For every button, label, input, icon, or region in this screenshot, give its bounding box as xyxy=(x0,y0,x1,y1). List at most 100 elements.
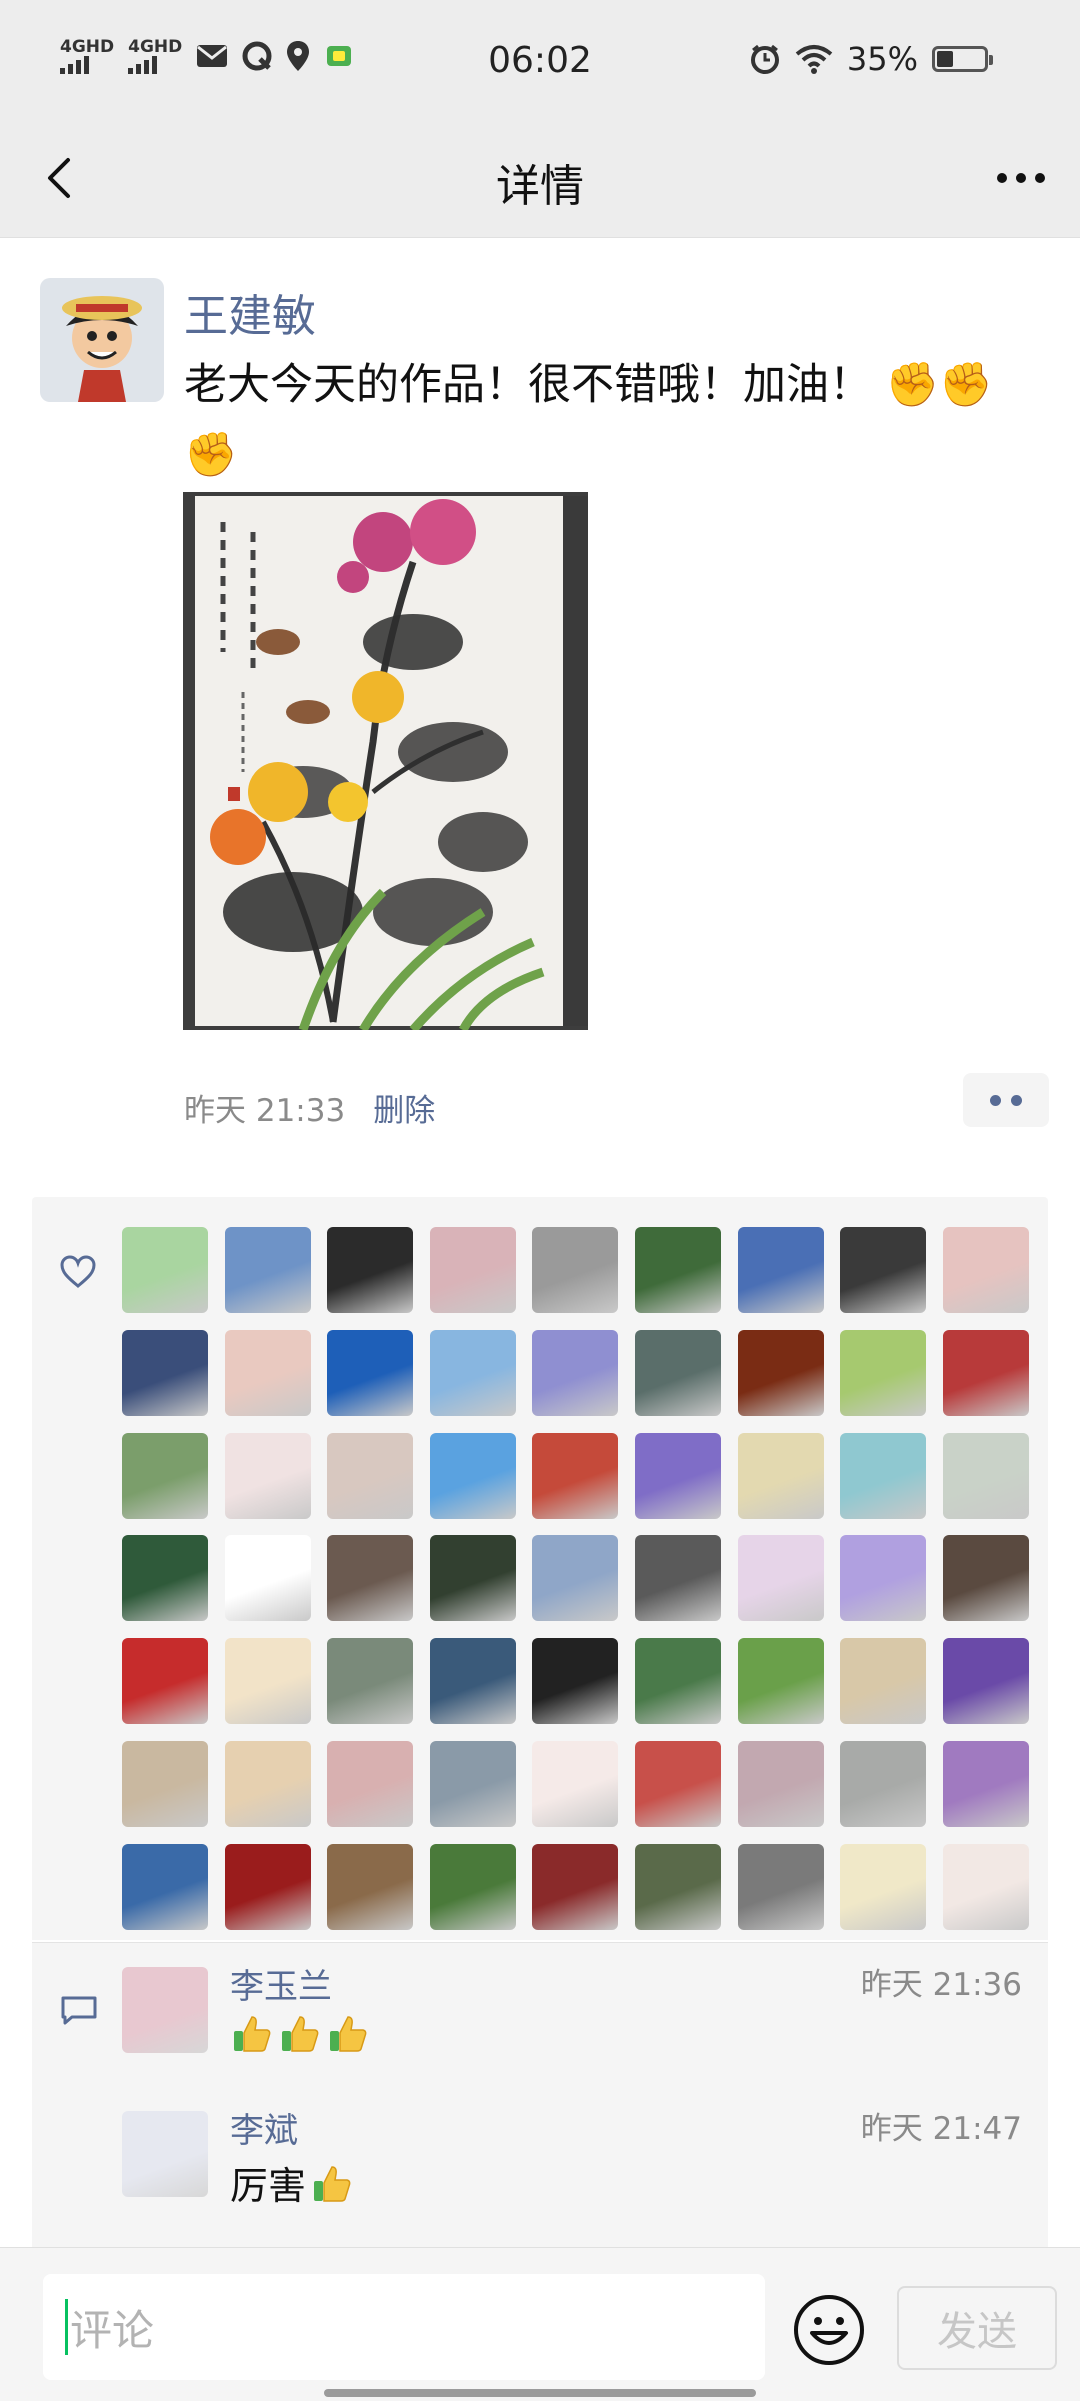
post-image-painting[interactable] xyxy=(183,492,588,1030)
comment-avatar[interactable] xyxy=(122,2111,208,2197)
like-avatar[interactable] xyxy=(122,1227,208,1313)
comment-input-placeholder: 评论 xyxy=(70,2305,155,2355)
like-avatar[interactable] xyxy=(532,1227,619,1313)
like-avatar[interactable] xyxy=(942,1638,1029,1725)
heart-icon xyxy=(60,1255,96,1288)
like-avatar[interactable] xyxy=(840,1227,927,1313)
like-avatar[interactable] xyxy=(840,1432,927,1519)
like-avatar[interactable] xyxy=(122,1432,208,1519)
like-avatar[interactable] xyxy=(942,1432,1029,1519)
send-button[interactable]: 发送 xyxy=(897,2286,1057,2370)
like-avatar[interactable] xyxy=(224,1843,311,1930)
like-avatar[interactable] xyxy=(532,1740,619,1827)
like-avatar[interactable] xyxy=(737,1432,824,1519)
alarm-icon xyxy=(750,44,779,74)
like-avatar[interactable] xyxy=(532,1638,619,1725)
comment-author[interactable]: 李斌 xyxy=(230,2103,298,2152)
comment-author[interactable]: 李玉兰 xyxy=(230,1959,332,2008)
thumbs-up-icon xyxy=(282,2016,319,2052)
like-avatar[interactable] xyxy=(122,1843,208,1930)
like-avatar[interactable] xyxy=(429,1329,516,1416)
battery-percent: 35% xyxy=(846,40,918,78)
more-icon[interactable] xyxy=(988,148,1054,208)
like-avatar[interactable] xyxy=(840,1638,927,1725)
post-author-avatar[interactable] xyxy=(40,278,164,402)
like-avatar[interactable] xyxy=(634,1432,721,1519)
like-avatar[interactable] xyxy=(634,1535,721,1622)
likes-panel xyxy=(32,1197,1048,1940)
post-actions-button[interactable] xyxy=(963,1073,1049,1127)
like-avatar[interactable] xyxy=(840,1740,927,1827)
like-avatar[interactable] xyxy=(122,1535,208,1622)
like-avatar[interactable] xyxy=(942,1843,1029,1930)
like-avatar[interactable] xyxy=(737,1843,824,1930)
post-time: 昨天 21:33 xyxy=(184,1093,346,1129)
like-avatar[interactable] xyxy=(737,1329,824,1416)
comment-time: 昨天 21:47 xyxy=(860,2111,1022,2147)
like-avatar[interactable] xyxy=(224,1329,311,1416)
like-avatar[interactable] xyxy=(532,1432,619,1519)
like-avatar[interactable] xyxy=(532,1535,619,1622)
post-author-name[interactable]: 王建敏 xyxy=(184,280,316,344)
like-avatar[interactable] xyxy=(327,1843,414,1930)
like-avatar[interactable] xyxy=(429,1227,516,1313)
like-avatar[interactable] xyxy=(327,1638,414,1725)
like-avatar[interactable] xyxy=(224,1535,311,1622)
like-avatar[interactable] xyxy=(429,1740,516,1827)
like-avatar[interactable] xyxy=(429,1638,516,1725)
delete-button[interactable]: 删除 xyxy=(373,1085,435,1130)
text-caret xyxy=(65,2299,68,2355)
like-avatar[interactable] xyxy=(224,1638,311,1725)
like-avatar[interactable] xyxy=(634,1740,721,1827)
like-avatar[interactable] xyxy=(634,1843,721,1930)
like-avatar[interactable] xyxy=(942,1227,1029,1313)
like-avatar[interactable] xyxy=(327,1329,414,1416)
home-indicator[interactable] xyxy=(324,2389,756,2397)
like-avatar[interactable] xyxy=(327,1227,414,1313)
like-avatar[interactable] xyxy=(840,1535,927,1622)
battery-icon xyxy=(932,46,993,72)
like-avatar[interactable] xyxy=(532,1843,619,1930)
like-avatar[interactable] xyxy=(122,1638,208,1725)
comment-input[interactable]: 评论 xyxy=(43,2274,765,2380)
like-avatar[interactable] xyxy=(840,1843,927,1930)
like-avatar[interactable] xyxy=(224,1432,311,1519)
like-avatar[interactable] xyxy=(634,1638,721,1725)
like-avatar[interactable] xyxy=(840,1329,927,1416)
comment-avatar[interactable] xyxy=(122,1967,208,2053)
comment-text xyxy=(230,2011,370,2055)
thumbs-up-icon xyxy=(330,2016,367,2052)
like-avatar[interactable] xyxy=(942,1329,1029,1416)
like-avatar[interactable] xyxy=(429,1843,516,1930)
like-avatar[interactable] xyxy=(327,1740,414,1827)
like-avatar[interactable] xyxy=(532,1329,619,1416)
like-avatar[interactable] xyxy=(634,1227,721,1313)
like-avatar[interactable] xyxy=(122,1329,208,1416)
like-avatar[interactable] xyxy=(942,1740,1029,1827)
like-avatar[interactable] xyxy=(429,1535,516,1622)
like-avatar[interactable] xyxy=(737,1535,824,1622)
thumbs-up-icon xyxy=(234,2016,271,2052)
like-avatar[interactable] xyxy=(224,1227,311,1313)
thumbs-up-icon xyxy=(314,2165,351,2202)
like-avatar[interactable] xyxy=(942,1535,1029,1622)
post-text: 老大今天的作品！很不错哦！加油！ ✊✊✊ xyxy=(184,360,993,480)
like-avatar[interactable] xyxy=(224,1740,311,1827)
battery-level xyxy=(937,51,954,67)
comment-text: 厉害 xyxy=(230,2155,354,2210)
emoji-icon[interactable] xyxy=(792,2293,866,2367)
comment-text-content: 厉害 xyxy=(230,2164,307,2208)
like-avatar[interactable] xyxy=(429,1432,516,1519)
status-bar: 4GHD 4GHD 06:02 35% xyxy=(0,0,1080,120)
like-avatar[interactable] xyxy=(737,1227,824,1313)
like-avatar[interactable] xyxy=(737,1638,824,1725)
comment-time: 昨天 21:36 xyxy=(860,1967,1022,2003)
like-avatar[interactable] xyxy=(327,1432,414,1519)
like-avatar[interactable] xyxy=(327,1535,414,1622)
nav-bar: 详情 xyxy=(0,120,1080,238)
wifi-icon xyxy=(795,45,833,74)
comments-panel: 李玉兰 昨天 21:36 李斌 昨天 21:47 厉害 xyxy=(32,1942,1048,2248)
like-avatar[interactable] xyxy=(737,1740,824,1827)
like-avatar[interactable] xyxy=(634,1329,721,1416)
like-avatar[interactable] xyxy=(122,1740,208,1827)
